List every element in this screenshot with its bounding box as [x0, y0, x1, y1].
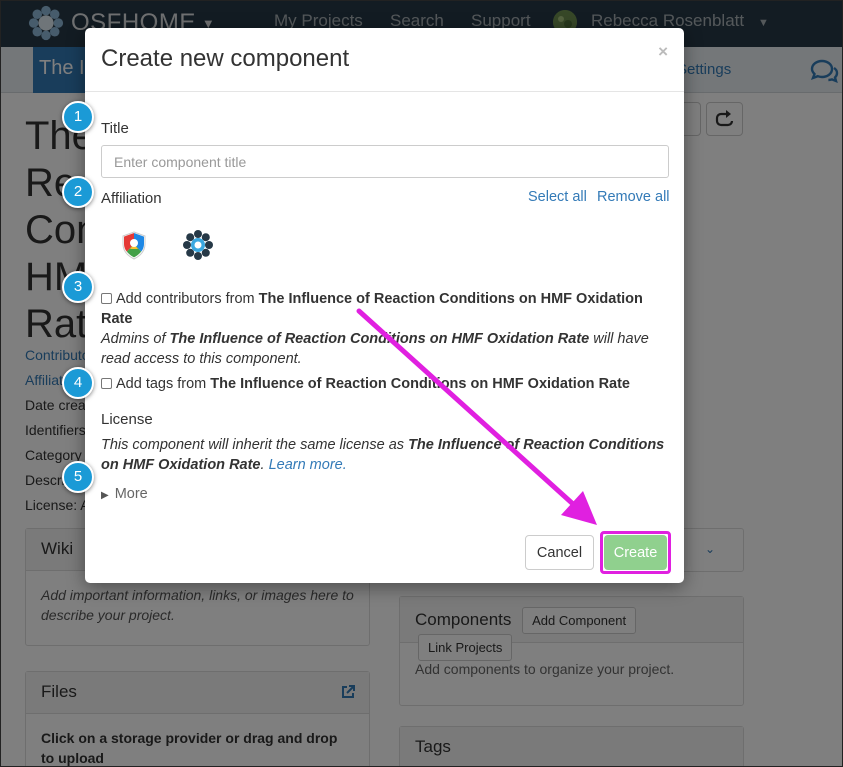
annotation-arrow-icon: [356, 308, 597, 525]
screenshot-frame: OSFHOME ▼ My Projects Search Support Reb…: [0, 0, 843, 767]
